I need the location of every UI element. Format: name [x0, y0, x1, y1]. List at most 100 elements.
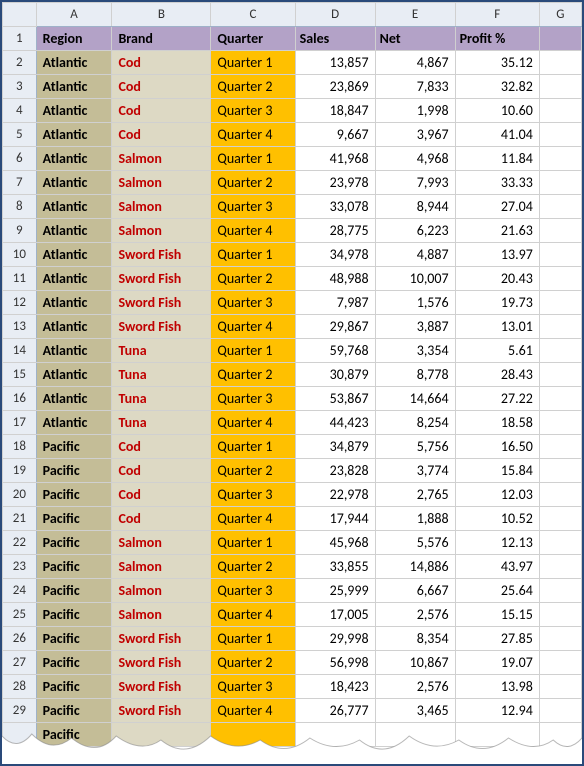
- col-header-F[interactable]: F: [455, 3, 539, 27]
- cell-region[interactable]: Pacific: [36, 507, 112, 531]
- cell-empty[interactable]: [539, 75, 581, 99]
- cell-region[interactable]: Pacific: [36, 579, 112, 603]
- cell-quarter[interactable]: Quarter 2: [211, 459, 295, 483]
- cell-net[interactable]: 6,223: [375, 219, 455, 243]
- cell-sales[interactable]: 44,423: [295, 411, 375, 435]
- cell-empty[interactable]: [539, 267, 581, 291]
- row-header-15[interactable]: 15: [3, 363, 37, 387]
- cell-empty[interactable]: [539, 483, 581, 507]
- cell-brand[interactable]: Sword Fish: [112, 627, 211, 651]
- cell-sales[interactable]: 59,768: [295, 339, 375, 363]
- cell-sales[interactable]: 23,978: [295, 171, 375, 195]
- cell-profit[interactable]: 19.73: [455, 291, 539, 315]
- cell-profit[interactable]: 27.85: [455, 627, 539, 651]
- cell-sales[interactable]: 25,999: [295, 579, 375, 603]
- cell-sales[interactable]: 23,828: [295, 459, 375, 483]
- row-header-13[interactable]: 13: [3, 315, 37, 339]
- cell-quarter[interactable]: [211, 723, 295, 747]
- cell-profit[interactable]: 5.61: [455, 339, 539, 363]
- cell-sales[interactable]: 33,078: [295, 195, 375, 219]
- cell-region[interactable]: Atlantic: [36, 123, 112, 147]
- cell-brand[interactable]: Salmon: [112, 195, 211, 219]
- cell-empty[interactable]: [539, 99, 581, 123]
- cell-net[interactable]: 4,867: [375, 51, 455, 75]
- cell-region[interactable]: Atlantic: [36, 243, 112, 267]
- cell-profit[interactable]: 43.97: [455, 555, 539, 579]
- cell-region[interactable]: Atlantic: [36, 195, 112, 219]
- cell-quarter[interactable]: Quarter 1: [211, 147, 295, 171]
- cell-region[interactable]: Pacific: [36, 675, 112, 699]
- cell-quarter[interactable]: Quarter 3: [211, 99, 295, 123]
- cell-net[interactable]: 1,576: [375, 291, 455, 315]
- row-header-12[interactable]: 12: [3, 291, 37, 315]
- cell-brand[interactable]: Cod: [112, 123, 211, 147]
- cell-quarter[interactable]: Quarter 4: [211, 219, 295, 243]
- cell-empty[interactable]: [539, 315, 581, 339]
- cell-brand[interactable]: Sword Fish: [112, 315, 211, 339]
- col-header-A[interactable]: A: [36, 3, 112, 27]
- hdr-profit[interactable]: Profit %: [455, 27, 539, 51]
- cell-brand[interactable]: Salmon: [112, 171, 211, 195]
- cell-profit[interactable]: 18.58: [455, 411, 539, 435]
- row-header-26[interactable]: 26: [3, 627, 37, 651]
- cell-empty[interactable]: [539, 171, 581, 195]
- cell-sales[interactable]: 34,978: [295, 243, 375, 267]
- cell-net[interactable]: 3,887: [375, 315, 455, 339]
- row-header-27[interactable]: 27: [3, 651, 37, 675]
- cell-sales[interactable]: 29,998: [295, 627, 375, 651]
- cell-net[interactable]: 3,465: [375, 699, 455, 723]
- row-header-22[interactable]: 22: [3, 531, 37, 555]
- cell-empty[interactable]: [539, 507, 581, 531]
- cell-sales[interactable]: 28,775: [295, 219, 375, 243]
- cell-profit[interactable]: 13.97: [455, 243, 539, 267]
- cell-brand[interactable]: Salmon: [112, 219, 211, 243]
- cell-quarter[interactable]: Quarter 4: [211, 507, 295, 531]
- cell-net[interactable]: 6,667: [375, 579, 455, 603]
- cell-net[interactable]: 5,576: [375, 531, 455, 555]
- cell-brand[interactable]: Tuna: [112, 411, 211, 435]
- cell-profit[interactable]: 10.52: [455, 507, 539, 531]
- row-header-23[interactable]: 23: [3, 555, 37, 579]
- cell-quarter[interactable]: Quarter 2: [211, 75, 295, 99]
- cell-region[interactable]: Pacific: [36, 435, 112, 459]
- cell-profit[interactable]: 16.50: [455, 435, 539, 459]
- cell-brand[interactable]: Cod: [112, 459, 211, 483]
- hdr-quarter[interactable]: Quarter: [211, 27, 295, 51]
- cell-sales[interactable]: 18,423: [295, 675, 375, 699]
- cell-net[interactable]: 10,007: [375, 267, 455, 291]
- row-header-3[interactable]: 3: [3, 75, 37, 99]
- cell-empty[interactable]: [539, 387, 581, 411]
- row-header-11[interactable]: 11: [3, 267, 37, 291]
- cell-sales[interactable]: 48,988: [295, 267, 375, 291]
- cell-sales[interactable]: 41,968: [295, 147, 375, 171]
- col-header-D[interactable]: D: [295, 3, 375, 27]
- cell-region[interactable]: Pacific: [36, 627, 112, 651]
- cell-profit[interactable]: 15.84: [455, 459, 539, 483]
- cell-empty[interactable]: [539, 363, 581, 387]
- row-header-20[interactable]: 20: [3, 483, 37, 507]
- row-header-9[interactable]: 9: [3, 219, 37, 243]
- cell-net[interactable]: 8,254: [375, 411, 455, 435]
- cell-profit[interactable]: 27.04: [455, 195, 539, 219]
- cell-empty[interactable]: [539, 579, 581, 603]
- cell-brand[interactable]: Cod: [112, 51, 211, 75]
- cell-net[interactable]: 3,774: [375, 459, 455, 483]
- cell-empty[interactable]: [539, 603, 581, 627]
- cell-region[interactable]: Atlantic: [36, 219, 112, 243]
- cell-empty[interactable]: [539, 411, 581, 435]
- cell-profit[interactable]: 21.63: [455, 219, 539, 243]
- cell-region[interactable]: Atlantic: [36, 411, 112, 435]
- cell-quarter[interactable]: Quarter 2: [211, 651, 295, 675]
- row-header-18[interactable]: 18: [3, 435, 37, 459]
- row-header-28[interactable]: 28: [3, 675, 37, 699]
- row-header-4[interactable]: 4: [3, 99, 37, 123]
- hdr-region[interactable]: Region: [36, 27, 112, 51]
- cell-quarter[interactable]: Quarter 4: [211, 603, 295, 627]
- cell-brand[interactable]: Sword Fish: [112, 675, 211, 699]
- cell-empty[interactable]: [539, 459, 581, 483]
- cell-profit[interactable]: 10.60: [455, 99, 539, 123]
- cell-G1[interactable]: [539, 27, 581, 51]
- cell-sales[interactable]: 13,857: [295, 51, 375, 75]
- cell-empty[interactable]: [539, 123, 581, 147]
- cell-sales[interactable]: 56,998: [295, 651, 375, 675]
